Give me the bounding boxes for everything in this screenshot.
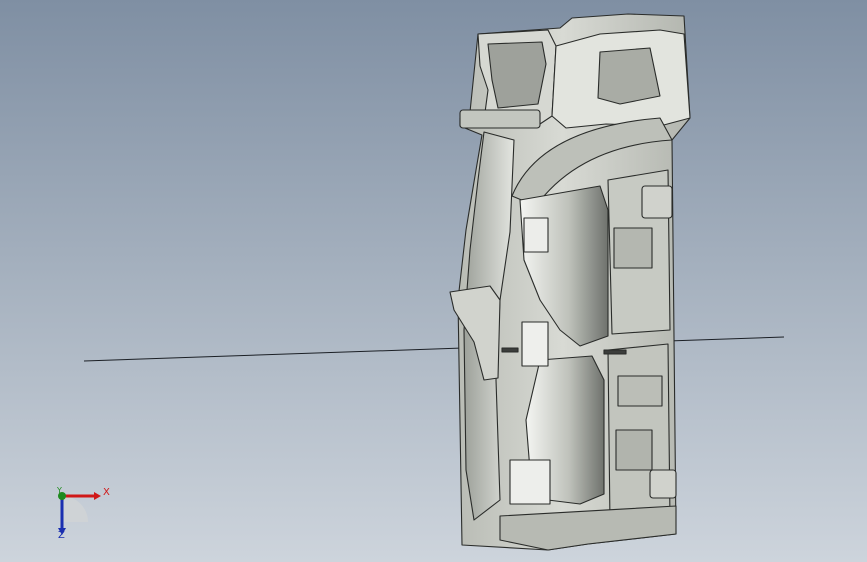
locator-pin-left[interactable]	[501, 347, 519, 353]
pocket-window-4[interactable]	[613, 227, 653, 269]
triad-x-arrow	[94, 492, 101, 500]
pocket-window-5[interactable]	[615, 429, 653, 471]
cowl-inner-shade[interactable]	[597, 47, 661, 105]
axis-x-label: X	[103, 487, 110, 498]
pocket-window-1[interactable]	[523, 217, 549, 253]
top-housing-recess[interactable]	[487, 41, 547, 109]
mount-tab-lower[interactable]	[649, 469, 677, 499]
mount-tab-upper[interactable]	[641, 185, 673, 219]
axis-z-label: Z	[58, 530, 65, 541]
axis-y-label: Y	[57, 486, 62, 495]
3d-scene[interactable]	[0, 0, 867, 562]
locator-pin-right[interactable]	[603, 349, 627, 355]
triad-shade	[62, 496, 88, 522]
graphics-viewport[interactable]: X Y Z	[0, 0, 867, 562]
pocket-window-3[interactable]	[509, 459, 551, 505]
top-bracket[interactable]	[459, 109, 541, 129]
reference-plane-line[interactable]	[83, 336, 785, 362]
pocket-window-6[interactable]	[617, 375, 663, 407]
part-model[interactable]	[449, 13, 691, 551]
pocket-window-2[interactable]	[521, 321, 549, 367]
